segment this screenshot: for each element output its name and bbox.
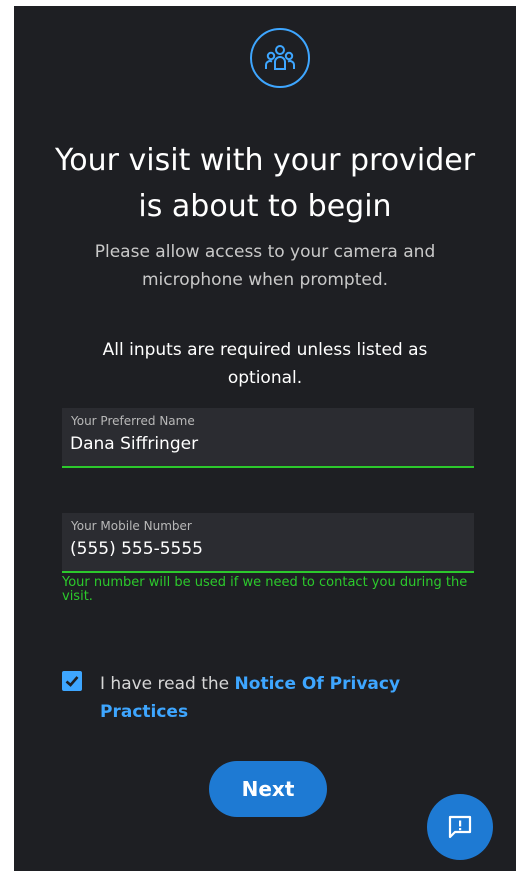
privacy-checkbox[interactable] bbox=[62, 671, 82, 691]
app-screen: Your visit with your provider is about t… bbox=[14, 6, 516, 871]
group-icon bbox=[250, 28, 310, 88]
phone-field[interactable]: Your Mobile Number bbox=[62, 513, 474, 573]
privacy-consent-text: I have read the Notice Of Privacy Practi… bbox=[100, 670, 420, 726]
next-button[interactable]: Next bbox=[209, 761, 327, 817]
phone-field-label: Your Mobile Number bbox=[71, 519, 192, 533]
name-field[interactable]: Your Preferred Name bbox=[62, 408, 474, 468]
phone-helper-text: Your number will be used if we need to c… bbox=[62, 575, 468, 604]
chat-alert-icon bbox=[448, 815, 472, 839]
checkmark-icon bbox=[65, 676, 79, 687]
name-input[interactable] bbox=[70, 434, 460, 454]
chat-button[interactable] bbox=[427, 794, 493, 860]
page-subtitle: Please allow access to your camera and m… bbox=[94, 242, 436, 290]
consent-prefix: I have read the bbox=[100, 674, 235, 694]
name-field-label: Your Preferred Name bbox=[71, 414, 195, 428]
phone-input[interactable] bbox=[70, 539, 460, 559]
required-note: All inputs are required unless listed as… bbox=[102, 340, 428, 388]
page-title: Your visit with your provider is about t… bbox=[54, 143, 476, 224]
